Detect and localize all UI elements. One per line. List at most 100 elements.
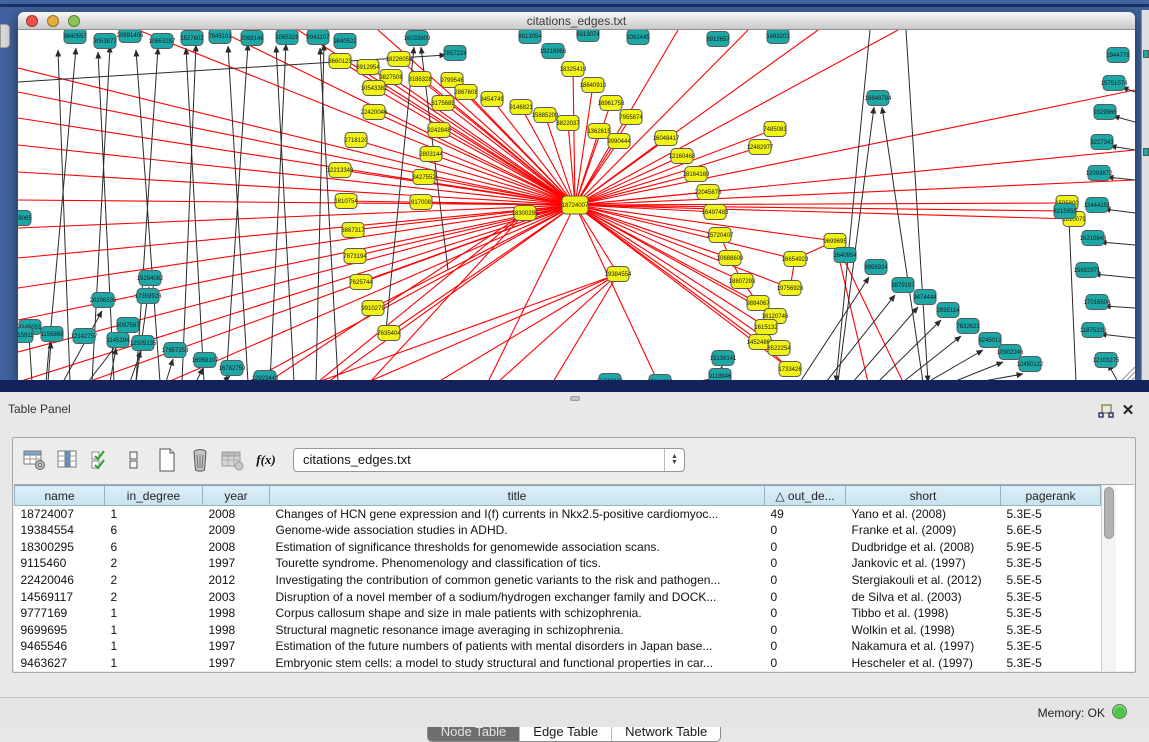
network-node[interactable]: 817008 — [410, 195, 432, 210]
splitter-grip[interactable] — [570, 396, 580, 401]
network-node[interactable]: 1810754 — [334, 194, 358, 209]
table-cell[interactable]: 0 — [765, 539, 846, 556]
select-all-icon[interactable] — [87, 447, 115, 473]
table-cell[interactable]: 1998 — [203, 621, 270, 638]
table-cell[interactable]: 0 — [765, 654, 846, 671]
black-edge[interactable] — [1110, 146, 1135, 150]
table-cell[interactable]: 9699695 — [15, 621, 105, 638]
network-node[interactable]: 3867317 — [341, 223, 365, 238]
black-edge[interactable] — [800, 277, 869, 381]
table-cell[interactable]: 5.6E-5 — [1001, 522, 1101, 539]
column-header-pagerank[interactable]: pagerank — [1001, 486, 1101, 506]
network-node[interactable]: 8822037 — [556, 116, 580, 131]
network-node[interactable]: 8660123 — [328, 54, 352, 69]
network-node[interactable]: 8245012 — [978, 333, 1002, 348]
network-node[interactable]: 2318065 — [18, 211, 32, 226]
network-node[interactable]: 1065329 — [275, 30, 299, 45]
red-edge[interactable] — [498, 274, 618, 381]
network-node[interactable]: 9097587 — [116, 318, 140, 333]
network-node[interactable]: 11875333 — [1080, 323, 1107, 338]
table-cell[interactable]: 1997 — [203, 654, 270, 671]
network-node[interactable]: 16497483 — [702, 205, 729, 220]
table-cell[interactable]: 1 — [105, 605, 203, 622]
red-edge[interactable] — [356, 140, 575, 205]
network-node[interactable]: 1092445 — [626, 30, 650, 45]
network-node[interactable]: 16958107 — [192, 353, 219, 368]
network-node[interactable]: 9699695 — [823, 234, 847, 249]
network-node[interactable]: 7485083 — [763, 122, 787, 137]
table-cell[interactable]: Estimation of significance thresholds fo… — [270, 539, 765, 556]
table-cell[interactable]: Structural magnetic resonance image aver… — [270, 621, 765, 638]
table-cell[interactable]: Franke et al. (2009) — [846, 522, 1001, 539]
red-edge[interactable] — [553, 274, 618, 381]
delete-table-icon[interactable] — [186, 447, 214, 473]
black-edge[interactable] — [166, 359, 173, 381]
network-node[interactable]: 9474444 — [913, 290, 937, 305]
table-cell[interactable]: 5.3E-5 — [1001, 654, 1101, 671]
float-panel-icon[interactable] — [1098, 404, 1114, 419]
black-edge[interactable] — [1107, 177, 1135, 180]
network-node[interactable]: 18724007 — [562, 196, 589, 214]
network-node[interactable]: 19218986 — [540, 44, 567, 59]
red-edge[interactable] — [438, 274, 618, 381]
table-cell[interactable]: 9777169 — [15, 605, 105, 622]
table-cell[interactable]: 5.9E-5 — [1001, 539, 1101, 556]
table-cell[interactable]: 1997 — [203, 638, 270, 655]
table-cell[interactable]: 19384554 — [15, 522, 105, 539]
table-cell[interactable]: 14569117 — [15, 588, 105, 605]
network-node[interactable]: 16033809 — [404, 31, 431, 46]
table-row[interactable]: 969969511998Structural magnetic resonanc… — [15, 621, 1101, 638]
network-node[interactable]: 22420046 — [361, 105, 388, 120]
network-node[interactable]: 15720407 — [707, 228, 734, 243]
table-cell[interactable]: 1 — [105, 638, 203, 655]
table-cell[interactable]: Disruption of a novel member of a sodium… — [270, 588, 765, 605]
table-cell[interactable]: 2012 — [203, 572, 270, 589]
red-edge[interactable] — [138, 30, 575, 205]
table-cell[interactable]: 5.3E-5 — [1001, 506, 1101, 523]
black-edge[interactable] — [928, 350, 983, 381]
network-node[interactable]: 9227343 — [1090, 135, 1114, 150]
network-node[interactable]: 1615132 — [754, 320, 778, 335]
network-node[interactable]: 9910279 — [361, 301, 385, 316]
network-node[interactable]: 7857224 — [443, 46, 467, 61]
network-node[interactable]: 7845101 — [208, 30, 232, 44]
table-cell[interactable]: 2 — [105, 555, 203, 572]
table-cell[interactable]: Stergiakouli et al. (2012) — [846, 572, 1001, 589]
table-cell[interactable]: 9115460 — [15, 555, 105, 572]
table-cell[interactable]: 0 — [765, 572, 846, 589]
table-cell[interactable]: 2009 — [203, 522, 270, 539]
network-node[interactable]: 9242848 — [427, 123, 451, 138]
black-edge[interactable] — [1104, 209, 1135, 213]
network-node[interactable]: 12482977 — [747, 140, 774, 155]
red-edge[interactable] — [368, 274, 618, 381]
red-edge[interactable] — [575, 30, 748, 205]
network-node[interactable]: 9840522 — [333, 34, 357, 49]
network-node[interactable]: 9146821 — [509, 100, 533, 115]
network-node[interactable]: 1733426 — [778, 362, 802, 377]
network-node[interactable]: 9990444 — [607, 134, 631, 149]
close-panel-icon[interactable]: ✕ — [1120, 401, 1136, 419]
network-node[interactable]: 18640910 — [580, 78, 607, 93]
network-node[interactable]: 7873194 — [343, 249, 367, 264]
new-table-icon[interactable] — [153, 447, 181, 473]
scrollbar-thumb[interactable] — [1104, 487, 1114, 539]
network-node[interactable]: 7625744 — [349, 275, 373, 290]
network-node[interactable]: 18300295 — [512, 206, 539, 221]
network-node[interactable]: 2935114 — [937, 303, 961, 318]
row-height-icon[interactable] — [120, 447, 148, 473]
network-node[interactable]: 15294082 — [137, 271, 164, 286]
network-node[interactable]: 12142757 — [71, 329, 98, 344]
network-node[interactable]: 7635404 — [377, 326, 401, 341]
table-cell[interactable]: 2008 — [203, 539, 270, 556]
network-node[interactable]: 3053877 — [93, 34, 117, 49]
black-edge[interactable] — [1104, 306, 1135, 308]
network-node[interactable]: 8958924 — [864, 260, 888, 275]
table-cell[interactable]: Nakamura et al. (1997) — [846, 638, 1001, 655]
table-cell[interactable]: 1 — [105, 621, 203, 638]
table-cell[interactable]: 2 — [105, 588, 203, 605]
black-edge[interactable] — [836, 30, 870, 381]
network-node[interactable]: 16210643 — [1080, 231, 1107, 246]
black-edge[interactable] — [953, 362, 1003, 381]
black-edge[interactable] — [882, 107, 923, 381]
table-cell[interactable]: 0 — [765, 555, 846, 572]
